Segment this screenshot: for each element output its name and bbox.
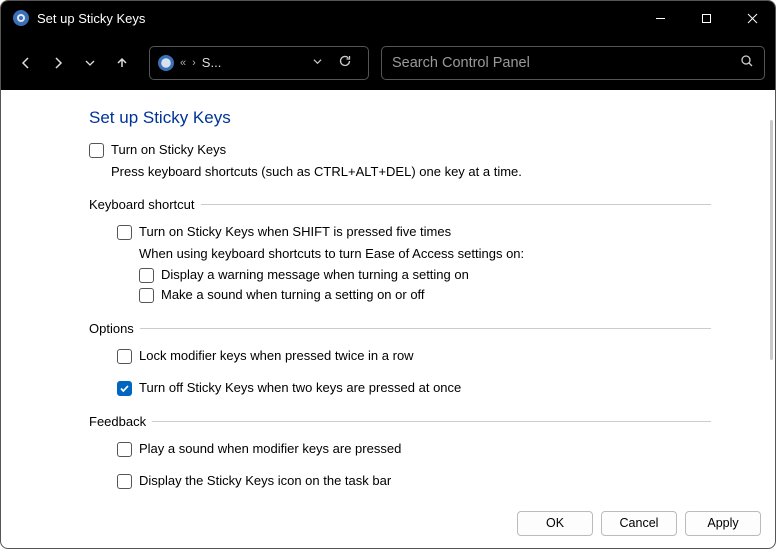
play-sound-label[interactable]: Play a sound when modifier keys are pres… (139, 441, 401, 456)
minimize-button[interactable] (637, 1, 683, 35)
chevron-left-icon: « (180, 57, 186, 69)
content-area: Set up Sticky Keys Turn on Sticky Keys P… (1, 90, 775, 506)
toolbar: « › S... (1, 35, 775, 90)
display-icon-label[interactable]: Display the Sticky Keys icon on the task… (139, 473, 391, 488)
control-panel-icon (158, 55, 174, 71)
play-sound-checkbox[interactable] (117, 442, 132, 457)
shift-five-row: Turn on Sticky Keys when SHIFT is presse… (117, 224, 711, 240)
footer: OK Cancel Apply (1, 506, 775, 548)
feedback-legend: Feedback (89, 414, 152, 429)
maximize-button[interactable] (683, 1, 729, 35)
keyboard-shortcut-group: Keyboard shortcut Turn on Sticky Keys wh… (89, 197, 711, 307)
turn-off-two-label[interactable]: Turn off Sticky Keys when two keys are p… (139, 380, 461, 395)
play-sound-row: Play a sound when modifier keys are pres… (117, 441, 711, 457)
shift-five-label[interactable]: Turn on Sticky Keys when SHIFT is presse… (139, 224, 451, 239)
close-button[interactable] (729, 1, 775, 35)
display-icon-row: Display the Sticky Keys icon on the task… (117, 473, 711, 489)
turn-off-two-checkbox[interactable] (117, 381, 132, 396)
recent-button[interactable] (75, 48, 105, 78)
ease-of-access-description: When using keyboard shortcuts to turn Ea… (139, 246, 711, 261)
window-title: Set up Sticky Keys (37, 11, 145, 26)
turn-on-sticky-keys-label[interactable]: Turn on Sticky Keys (111, 142, 226, 157)
feedback-group: Feedback Play a sound when modifier keys… (89, 414, 711, 493)
make-sound-row: Make a sound when turning a setting on o… (139, 287, 711, 303)
lock-modifier-row: Lock modifier keys when pressed twice in… (117, 348, 711, 364)
search-input[interactable] (392, 55, 740, 71)
window: Set up Sticky Keys « › S... Set up St (0, 0, 776, 549)
ok-button[interactable]: OK (517, 511, 593, 536)
apply-button[interactable]: Apply (685, 511, 761, 536)
up-button[interactable] (107, 48, 137, 78)
refresh-button[interactable] (330, 54, 360, 71)
display-warning-checkbox[interactable] (139, 268, 154, 283)
display-warning-label[interactable]: Display a warning message when turning a… (161, 267, 469, 282)
breadcrumb[interactable]: S... (202, 55, 222, 70)
chevron-right-icon: › (192, 57, 196, 69)
turn-on-description: Press keyboard shortcuts (such as CTRL+A… (111, 164, 711, 179)
options-legend: Options (89, 321, 140, 336)
turn-on-sticky-keys-row: Turn on Sticky Keys (89, 142, 711, 158)
scrollbar-thumb[interactable] (770, 120, 773, 360)
options-group: Options Lock modifier keys when pressed … (89, 321, 711, 400)
lock-modifier-checkbox[interactable] (117, 349, 132, 364)
address-dropdown[interactable] (308, 57, 326, 69)
keyboard-shortcut-legend: Keyboard shortcut (89, 197, 201, 212)
shift-five-checkbox[interactable] (117, 225, 132, 240)
display-warning-row: Display a warning message when turning a… (139, 267, 711, 283)
make-sound-checkbox[interactable] (139, 288, 154, 303)
app-icon (13, 10, 29, 26)
display-icon-checkbox[interactable] (117, 474, 132, 489)
back-button[interactable] (11, 48, 41, 78)
make-sound-label[interactable]: Make a sound when turning a setting on o… (161, 287, 425, 302)
search-box[interactable] (381, 46, 765, 80)
forward-button[interactable] (43, 48, 73, 78)
address-bar[interactable]: « › S... (149, 46, 369, 80)
turn-on-sticky-keys-checkbox[interactable] (89, 143, 104, 158)
turn-off-two-row: Turn off Sticky Keys when two keys are p… (117, 380, 711, 396)
lock-modifier-label[interactable]: Lock modifier keys when pressed twice in… (139, 348, 414, 363)
titlebar: Set up Sticky Keys (1, 1, 775, 35)
page-title: Set up Sticky Keys (89, 108, 711, 128)
cancel-button[interactable]: Cancel (601, 511, 677, 536)
search-icon[interactable] (740, 54, 754, 71)
